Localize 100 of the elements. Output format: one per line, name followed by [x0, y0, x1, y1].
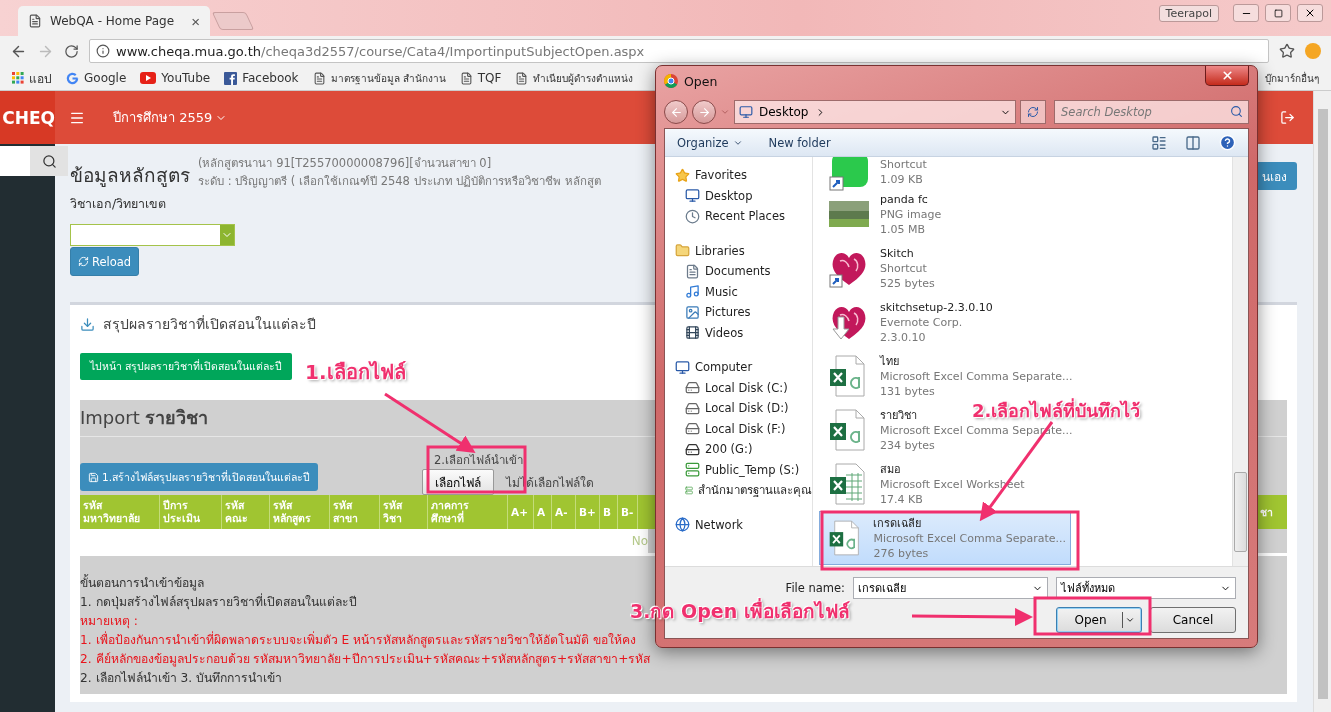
view-options-icon[interactable] — [1151, 134, 1167, 151]
nav-item[interactable]: Pictures — [675, 302, 812, 323]
file-type-select[interactable]: ไฟล์ทั้งหมด — [1056, 577, 1236, 599]
file-name[interactable]: เกรดเฉลีย — [873, 515, 922, 531]
search-field[interactable]: Search Desktop — [1054, 100, 1249, 124]
file-name[interactable]: รายวิชา — [880, 407, 917, 423]
file-name[interactable]: ไทย — [880, 353, 899, 369]
nav-item[interactable]: Videos — [675, 322, 812, 343]
preview-pane-icon[interactable] — [1185, 134, 1201, 151]
page-scrollbar[interactable] — [1313, 91, 1331, 712]
toolbar-button[interactable]: New folder — [768, 135, 831, 150]
reload-button[interactable] — [64, 43, 79, 59]
close-window-button[interactable] — [1297, 4, 1323, 22]
browser-tab[interactable]: WebQA - Home Page × — [18, 6, 210, 36]
nav-item[interactable]: Music — [675, 281, 812, 302]
page-icon — [28, 14, 42, 28]
selected-file-item[interactable]: เกรดเฉลีย Microsoft Excel Comma Separate... 276 bytes — [819, 511, 1071, 565]
open-button[interactable]: Open — [1056, 607, 1142, 633]
file-detail-text: PNG image — [880, 206, 942, 222]
address-bar[interactable]: www.cheqa.mua.go.th/cheqa3d2557/course/Cata4/ImportinputSubjectOpen.aspx — [89, 39, 1269, 63]
tab-close-button[interactable]: × — [191, 12, 200, 30]
f-logo-icon — [224, 71, 238, 85]
file-detail-text: Evernote Corp. — [880, 314, 963, 330]
page-icon — [515, 71, 529, 85]
other-bookmarks-link[interactable]: บุ๊กมาร์กอื่นๆ — [1265, 70, 1319, 86]
bookmark-link[interactable]: ทำเนียบผู้ดำรงตำแหน่ง — [515, 70, 634, 86]
nav-item[interactable]: Computer — [675, 357, 812, 378]
nav-item[interactable]: Documents — [675, 261, 812, 282]
bookmark-link[interactable]: Google — [66, 71, 127, 85]
monitor-icon — [685, 188, 700, 204]
refresh-icon — [77, 256, 89, 267]
course-info-text: (หลักสูตรนานา 91[T25570000008796][จำนวนสาขา 0] — [198, 155, 493, 172]
nav-item[interactable]: Public_Temp (S:) — [675, 459, 812, 480]
reload-button[interactable]: Reload — [70, 247, 139, 276]
nav-item[interactable]: Network — [675, 514, 812, 535]
search-button[interactable] — [30, 146, 68, 176]
browser-logo-icon — [664, 74, 678, 88]
apps-grid-icon — [12, 72, 24, 84]
search-icon — [1230, 105, 1243, 118]
nav-item[interactable]: Desktop — [675, 185, 812, 206]
profile-name[interactable]: Teerapol — [1158, 4, 1219, 22]
bookmark-link[interactable]: Facebook — [224, 71, 299, 85]
location-text: Desktop — [759, 105, 809, 119]
maximize-icon — [1273, 8, 1283, 18]
nav-item[interactable]: Recent Places — [675, 206, 812, 227]
page-icon — [459, 71, 473, 85]
file-name-label: File name: — [785, 581, 845, 595]
film-icon — [685, 325, 700, 341]
nav-item[interactable]: Local Disk (D:) — [675, 398, 812, 419]
maximize-button[interactable] — [1265, 4, 1291, 22]
create-file-button[interactable]: 1.สร้างไฟล์สรุปผลรายวิชาที่เปิดสอนในแต่ละปี — [80, 463, 319, 491]
reload-icon — [64, 43, 79, 59]
year-dropdown[interactable]: ปีการศึกษา 2559 — [99, 107, 242, 128]
nav-item[interactable]: 200 (G:) — [675, 439, 812, 460]
file-detail-text: Microsoft Excel Comma Separate... — [873, 530, 1066, 546]
bookmark-link[interactable]: มาตรฐานข้อมูล สำนักงาน — [312, 70, 446, 86]
cancel-button[interactable]: Cancel — [1150, 607, 1236, 633]
field-label: วิชาเอก/วิทยาเขต — [70, 195, 167, 213]
refresh-icon — [1027, 106, 1039, 118]
site-logo[interactable]: CHEQ — [0, 91, 55, 144]
file-name[interactable]: Skitch — [880, 245, 914, 261]
document-icon — [685, 263, 700, 279]
play-logo-icon — [140, 72, 157, 84]
bookmark-link[interactable]: YouTube — [140, 71, 211, 85]
bookmark-star-button[interactable] — [1279, 43, 1295, 59]
drive-icon — [685, 441, 700, 457]
campus-select[interactable] — [70, 224, 235, 246]
info-icon — [96, 44, 110, 58]
file-list-scrollbar[interactable] — [1232, 157, 1248, 566]
file-name[interactable]: skitchsetup-2.3.0.10 — [880, 299, 993, 315]
nav-item[interactable]: Local Disk (C:) — [675, 377, 812, 398]
back-button[interactable] — [664, 100, 688, 124]
close-icon — [1304, 7, 1316, 19]
help-icon[interactable] — [1219, 134, 1236, 151]
nav-item[interactable]: Libraries — [675, 240, 812, 261]
nav-item[interactable]: Local Disk (F:) — [675, 418, 812, 439]
nav-item[interactable]: Favorites — [675, 165, 812, 186]
file-name[interactable]: สมอ — [880, 461, 901, 477]
forward-button[interactable] — [692, 100, 716, 124]
download-icon — [80, 316, 95, 332]
search-field[interactable] — [0, 146, 30, 176]
page-title: ข้อมูลหลักสูตร — [70, 163, 190, 189]
file-detail-text: 525 bytes — [880, 275, 935, 291]
chat-shortcut-icon — [828, 157, 870, 193]
note-text: ขั้นตอนการนำเข้าข้อมูล — [80, 574, 205, 593]
refresh-button[interactable] — [1020, 100, 1046, 124]
bookmark-link[interactable]: TQF — [459, 71, 502, 85]
bookmark-link[interactable]: แอป — [12, 68, 52, 88]
nav-item[interactable]: สำนักมาตรฐานและคุณ — [675, 480, 812, 501]
picture-icon — [685, 304, 700, 320]
file-label: 2.เลือกไฟล์นำเข้า — [434, 452, 524, 469]
star-icon — [675, 167, 690, 183]
organize-menu[interactable]: Organize — [677, 135, 743, 150]
file-name-field[interactable]: เกรดเฉลีย — [853, 577, 1048, 599]
file-name[interactable]: panda fc — [880, 191, 928, 207]
warning-text: 1. เพื่อป้องกันการนำเข้าที่ผิดพลาดระบบจะเพิ่มตัว E หน้ารหัสหลักสูตรและรหัสรายวิชาให้อัตโนมัติ ขอให้คง — [80, 631, 637, 650]
location-bar[interactable]: Desktop — [734, 100, 1016, 124]
file-detail-text: 1.05 MB — [880, 221, 926, 237]
panel-title: สรุปผลรายวิชาที่เปิดสอนในแต่ละปี — [103, 314, 316, 335]
dialog-close-button[interactable] — [1205, 66, 1249, 86]
